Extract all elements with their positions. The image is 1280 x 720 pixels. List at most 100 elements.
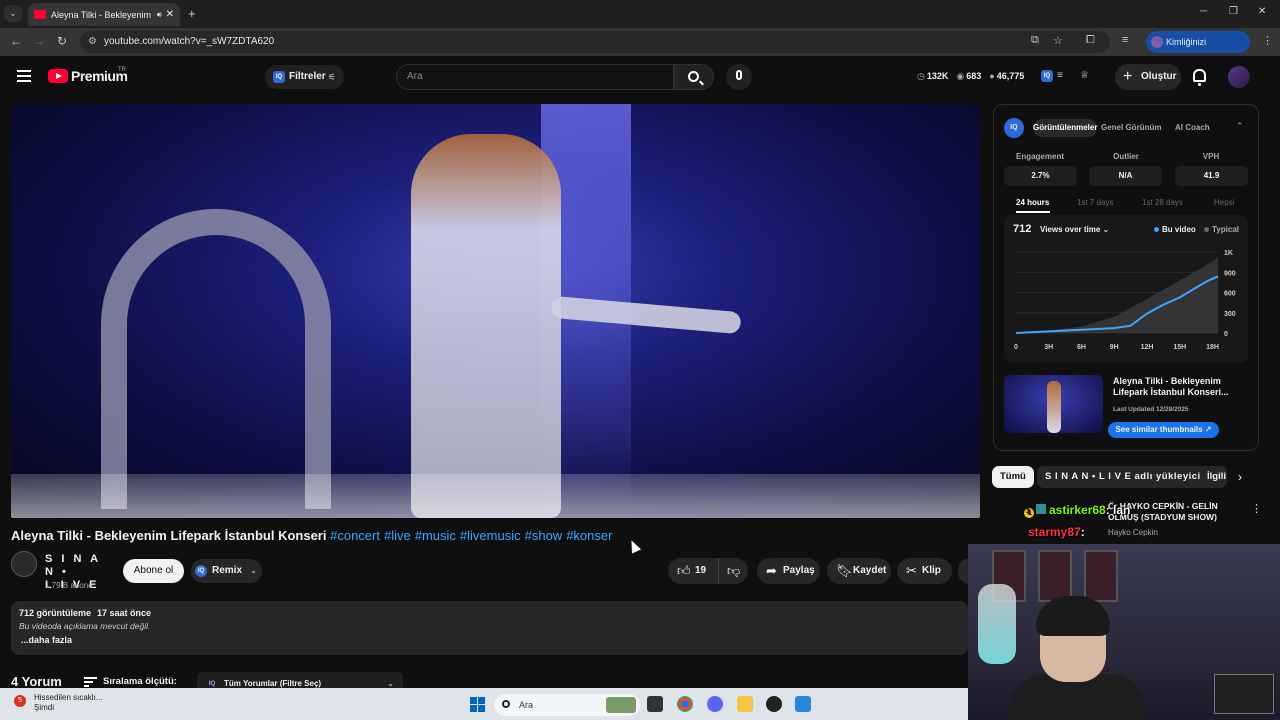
account-avatar[interactable] <box>1228 66 1250 88</box>
search-input[interactable]: Ara <box>396 64 674 90</box>
site-info-icon[interactable]: ⚙ <box>88 31 97 53</box>
hamburger-menu-icon[interactable] <box>17 70 31 82</box>
person-icon: ● <box>989 71 995 81</box>
maximize-icon[interactable]: ❐ <box>1229 6 1238 17</box>
x-tick-label: 18H <box>1206 344 1219 351</box>
browser-tab[interactable]: Aleyna Tilki - Bekleyenim Lif 🔊︎ ✕ <box>28 3 180 26</box>
search-highlight-image <box>606 697 636 713</box>
eye-icon: ◉ <box>956 71 965 81</box>
hashtags: #concert #live #music #livemusic #show #konse… <box>330 528 616 543</box>
app-icon[interactable] <box>795 696 811 712</box>
create-button[interactable]: + Oluştur <box>1115 64 1181 90</box>
show-more-link[interactable]: ...daha fazla <box>21 635 960 645</box>
range-tab-24h[interactable]: 24 hours <box>1016 198 1051 213</box>
region-code: TR <box>118 67 126 73</box>
chip-uploader[interactable]: S I N A N • L I V E adlı yükleyiciden <box>1037 466 1228 488</box>
metric-label: VPH <box>1202 152 1220 161</box>
recommendation-channel[interactable]: Hayko Cepkin <box>1108 528 1158 537</box>
minimize-icon[interactable]: ─ <box>1200 6 1207 17</box>
subscribe-button[interactable]: Abone ol <box>123 559 184 583</box>
search-button[interactable] <box>674 64 714 90</box>
views-line-chart: 0 300 600 900 1K 0 3H 6H 9H 12H 15H 18H <box>1014 250 1236 351</box>
share-button[interactable]: ➦ Paylaş <box>757 558 820 584</box>
like-count: 19 <box>695 565 707 576</box>
iq-icon: IQ <box>195 565 207 577</box>
tab-views[interactable]: Görüntülenmeler <box>1033 119 1097 137</box>
forward-arrow-icon[interactable]: → <box>33 34 45 48</box>
dislike-button[interactable]: 👎︎ <box>718 558 748 584</box>
chat-text: : <box>1080 525 1085 539</box>
range-tab-all[interactable]: Hepsi <box>1214 198 1234 207</box>
create-label: Oluştur <box>1141 71 1177 82</box>
chip-related[interactable]: İlgili <box>1201 466 1226 488</box>
close-tab-icon[interactable]: ✕ <box>166 9 174 20</box>
legend-entry-typical: Typical <box>1204 225 1239 234</box>
notifications-bell-icon[interactable] <box>1193 69 1206 86</box>
verify-identity-button[interactable]: Kimliğinizi doğrulayın <box>1146 31 1250 69</box>
task-view-icon[interactable] <box>647 696 663 712</box>
obs-icon[interactable] <box>766 696 782 712</box>
tab-list-chevron-icon[interactable]: ⌄ <box>4 5 22 22</box>
list-icon[interactable]: ≡ <box>1057 70 1063 81</box>
reading-list-icon[interactable]: ≡ <box>1122 34 1128 46</box>
close-window-icon[interactable]: ✕ <box>1258 6 1266 17</box>
trophy-icon[interactable]: ♕ <box>1080 70 1089 81</box>
range-tab-7d[interactable]: 1st 7 days <box>1077 198 1113 207</box>
hashtag-link[interactable]: #music <box>415 528 456 543</box>
back-arrow-icon[interactable]: ← <box>10 34 22 48</box>
collapse-chevron-icon[interactable]: ⌃ <box>1236 121 1244 132</box>
description-box[interactable]: 712 görüntüleme 17 saat önce Bu videoda a… <box>11 601 968 655</box>
legend-entry: Typical <box>1212 225 1239 234</box>
tab-title: Aleyna Tilki - Bekleyenim Lif <box>51 9 154 20</box>
hashtag-link[interactable]: #livemusic <box>460 528 521 543</box>
install-app-icon[interactable]: ⧉ <box>1031 34 1039 47</box>
remix-button[interactable]: IQ Remix ⌄ <box>191 559 262 583</box>
tab-overview[interactable]: Genel Görünüm <box>1101 119 1161 137</box>
chevron-right-icon[interactable]: › <box>1238 470 1242 484</box>
reload-icon[interactable]: ↻ <box>57 34 67 48</box>
video-player[interactable] <box>11 104 980 518</box>
tab-ai-coach[interactable]: AI Coach <box>1175 119 1210 137</box>
y-tick-label: 1K <box>1224 250 1233 257</box>
sort-icon[interactable] <box>84 677 97 687</box>
comment-filter-label: Tüm Yorumlar (Filtre Seç) <box>224 679 322 688</box>
wall-poster <box>1084 550 1118 602</box>
hashtag-link[interactable]: #konser <box>566 528 612 543</box>
bookmark-star-icon[interactable]: ☆ <box>1053 34 1063 47</box>
save-button[interactable]: 🔖︎ Kaydet <box>827 558 891 584</box>
speaker-icon[interactable]: 🔊︎ <box>157 10 162 20</box>
filters-button[interactable]: IQ Filtreler ⚟ <box>265 65 344 89</box>
new-tab-plus-icon[interactable]: + <box>188 6 196 21</box>
video-thumbnail[interactable] <box>1004 375 1103 433</box>
taskbar-search[interactable]: Ara <box>494 694 640 716</box>
windows-start-icon[interactable] <box>470 697 485 712</box>
hashtag-link[interactable]: #live <box>384 528 411 543</box>
chart-mode-select[interactable]: Views over time ⌄ <box>1040 225 1109 234</box>
clip-button[interactable]: ✂ Klip <box>897 558 952 584</box>
weather-widget[interactable]: 5 Hissedilen sıcaklı... Şimdi <box>14 693 102 713</box>
channel-stats: ◷ 132K ◉ 683 ● 46,775 <box>917 71 1024 82</box>
youtube-logo-icon[interactable] <box>48 69 68 83</box>
iq-extension-icon[interactable]: IQ <box>1041 70 1053 82</box>
discord-icon[interactable] <box>707 696 723 712</box>
channel-avatar[interactable] <box>11 551 37 577</box>
file-explorer-icon[interactable] <box>737 696 753 712</box>
chrome-icon[interactable] <box>677 696 693 712</box>
x-tick-label: 6H <box>1077 344 1086 351</box>
voice-search-button[interactable] <box>726 64 752 90</box>
thumbs-up-icon: 👍︎ <box>677 563 691 578</box>
stat-subs: ● 46,775 <box>989 71 1024 82</box>
chat-message: starmy87: <box>1028 525 1085 539</box>
range-tab-28d[interactable]: 1st 28 days <box>1142 198 1183 207</box>
address-bar[interactable]: ⚙ youtube.com/watch?v=_sW7ZDTA620 <box>80 31 1110 53</box>
more-options-icon[interactable]: ⋮ <box>1251 502 1262 515</box>
hashtag-link[interactable]: #show <box>525 528 563 543</box>
browser-menu-icon[interactable]: ⋮ <box>1262 34 1273 47</box>
chip-all[interactable]: Tümü <box>992 466 1034 488</box>
similar-thumbnails-button[interactable]: See similar thumbnails ↗ <box>1108 422 1219 438</box>
hashtag-link[interactable]: #concert <box>330 528 380 543</box>
extensions-icon[interactable]: ⧠ <box>1086 34 1095 47</box>
like-button[interactable]: 👍︎ 19 <box>668 558 718 584</box>
sort-label[interactable]: Sıralama ölçütü: <box>103 676 177 687</box>
x-tick-label: 9H <box>1110 344 1119 351</box>
